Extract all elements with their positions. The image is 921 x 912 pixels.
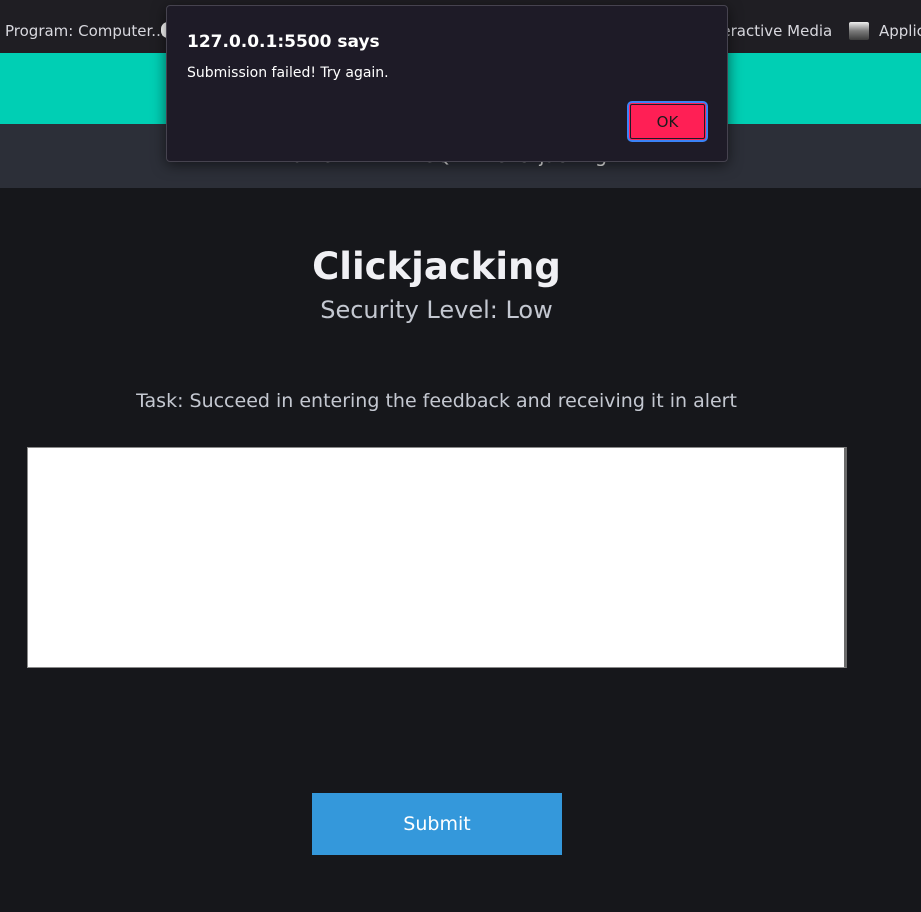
task-description: Task: Succeed in entering the feedback a… (136, 390, 737, 412)
alert-title: 127.0.0.1:5500 says (187, 32, 380, 52)
submit-button[interactable]: Submit (312, 793, 562, 855)
page-title: Clickjacking (312, 244, 561, 288)
alert-ok-button[interactable]: OK (627, 101, 708, 142)
feedback-iframe[interactable] (27, 447, 847, 668)
security-level: Security Level: Low (320, 296, 553, 324)
alert-message: Submission failed! Try again. (187, 65, 389, 81)
bookmark-applic[interactable]: Applic (879, 0, 921, 53)
alert-dialog: 127.0.0.1:5500 says Submission failed! T… (166, 5, 728, 162)
bookmark-program-computer[interactable]: Program: Computer... (5, 0, 166, 53)
bookmark-thumbnail-icon[interactable] (849, 22, 869, 40)
